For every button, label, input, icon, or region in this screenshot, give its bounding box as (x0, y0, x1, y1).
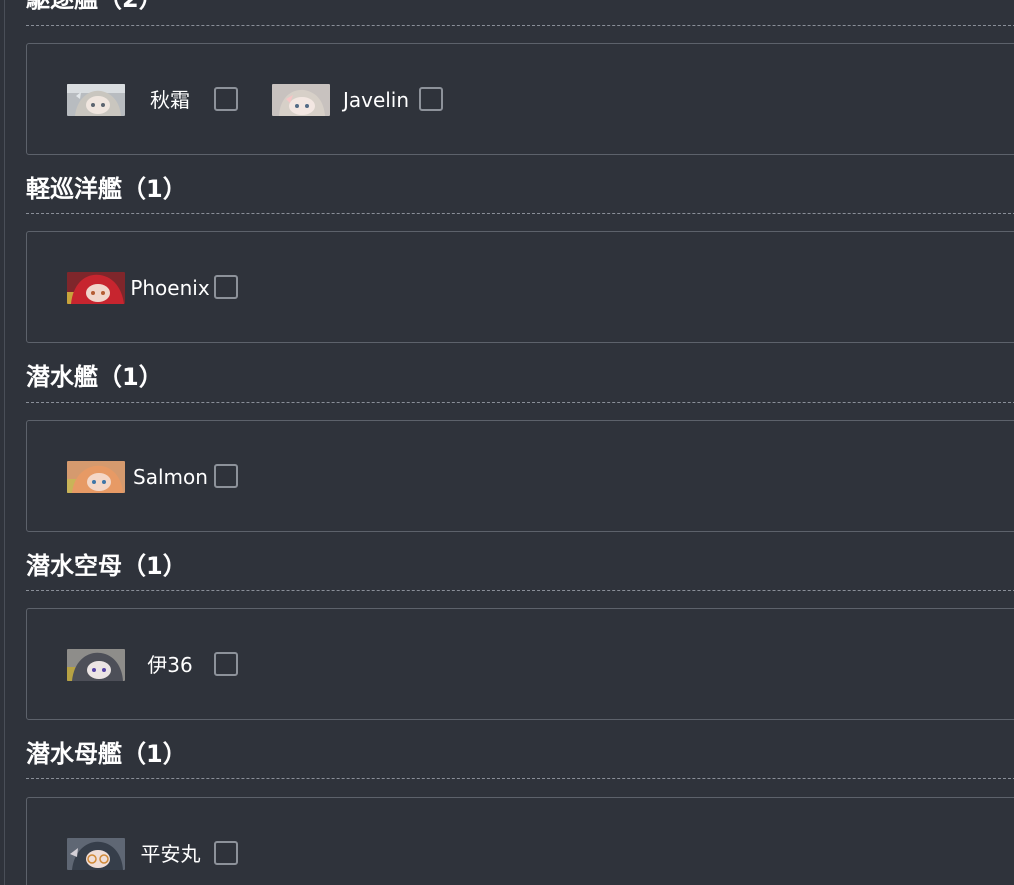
section-title-destroyer: 駆逐艦（2） (26, 0, 163, 14)
ship-item-salmon[interactable]: Salmon (67, 461, 242, 493)
ship-item-akishimo[interactable]: 秋霜 (67, 84, 242, 116)
ship-group-submarine-tender: 平安丸 (26, 797, 1014, 885)
section-divider (26, 25, 1014, 26)
ship-portrait-icon (67, 838, 125, 870)
ship-checkbox[interactable] (214, 652, 238, 676)
ship-portrait-icon (67, 272, 125, 304)
section-title-submarine-carrier: 潜水空母（1） (26, 552, 187, 580)
ship-portrait-icon (67, 649, 125, 681)
ship-item-heian-maru[interactable]: 平安丸 (67, 838, 242, 870)
ship-portrait-icon (67, 649, 125, 681)
ship-name: Phoenix (130, 276, 210, 300)
ship-name: Javelin (342, 88, 410, 112)
left-border (4, 0, 5, 885)
ship-portrait-icon (67, 272, 125, 304)
ship-group-submarine-carrier: 伊36 (26, 608, 1014, 720)
ship-group-light-cruiser: Phoenix (26, 231, 1014, 343)
ship-portrait-icon (67, 838, 125, 870)
ship-portrait-icon (67, 84, 125, 116)
ship-checkbox[interactable] (214, 464, 238, 488)
ship-item-javelin[interactable]: Javelin (272, 84, 447, 116)
ship-portrait-icon (67, 461, 125, 493)
ship-checkbox[interactable] (214, 275, 238, 299)
ship-group-submarine: Salmon (26, 420, 1014, 532)
section-title-light-cruiser: 軽巡洋艦（1） (26, 175, 187, 203)
ship-checkbox[interactable] (419, 87, 443, 111)
section-title-submarine-tender: 潜水母艦（1） (26, 740, 187, 768)
ship-group-destroyer: 秋霜 Javelin (26, 43, 1014, 155)
ship-checkbox[interactable] (214, 87, 238, 111)
ship-name: 伊36 (147, 653, 193, 677)
section-divider (26, 590, 1014, 591)
ship-name: Salmon (133, 465, 208, 489)
ship-checkbox[interactable] (214, 841, 238, 865)
ship-selection-page: 駆逐艦（2） 秋霜 (0, 0, 1014, 885)
ship-name: 平安丸 (140, 842, 201, 866)
section-divider (26, 402, 1014, 403)
ship-portrait-icon (67, 461, 125, 493)
section-title-submarine: 潜水艦（1） (26, 363, 163, 391)
ship-item-phoenix[interactable]: Phoenix (67, 272, 242, 304)
ship-portrait-icon (272, 84, 330, 116)
section-divider (26, 778, 1014, 779)
ship-name: 秋霜 (150, 88, 190, 112)
ship-portrait-icon (67, 84, 125, 116)
ship-portrait-icon (272, 84, 330, 116)
ship-item-i36[interactable]: 伊36 (67, 649, 242, 681)
section-divider (26, 213, 1014, 214)
